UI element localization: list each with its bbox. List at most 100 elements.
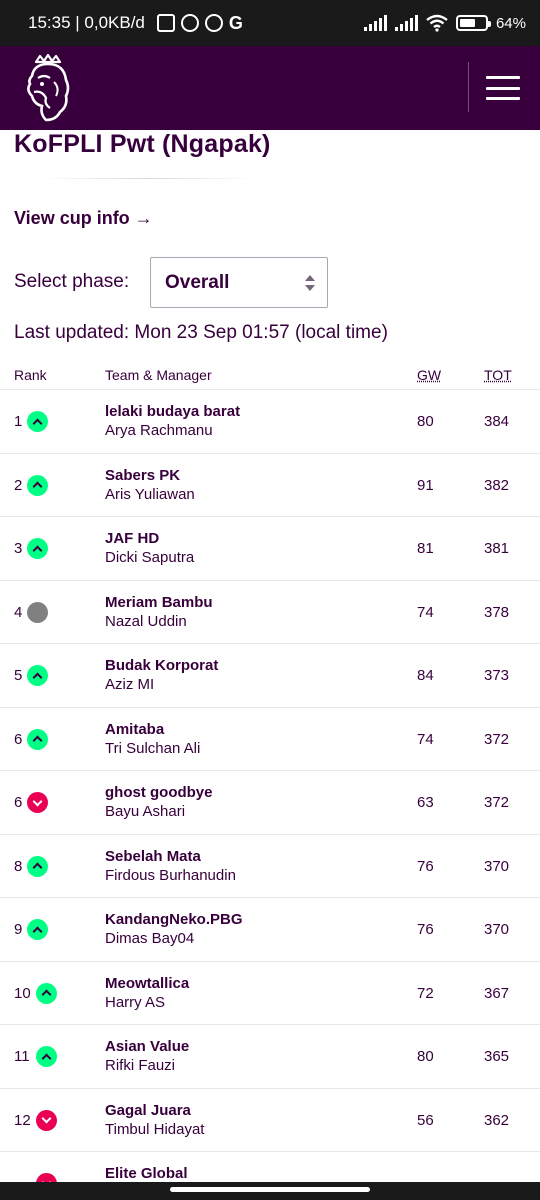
total-points: 381: [484, 540, 510, 557]
premier-league-lion-icon[interactable]: [20, 54, 76, 122]
table-row[interactable]: 2 Sabers PK Aris Yuliawan 91 382: [0, 454, 540, 517]
rank-number: 6: [14, 794, 23, 811]
team-name[interactable]: KandangNeko.PBG: [105, 911, 243, 928]
team-name[interactable]: Amitaba: [105, 721, 164, 738]
tot-header[interactable]: TOT: [484, 367, 512, 383]
signal-1-icon: [363, 15, 387, 31]
signal-2-icon: [394, 15, 418, 31]
rank-down-icon: [27, 792, 48, 813]
table-row[interactable]: 6 Amitaba Tri Sulchan Ali 74 372: [0, 708, 540, 771]
rank-up-icon: [27, 538, 48, 559]
notification-icons: G: [156, 13, 243, 33]
gw-points: 76: [417, 921, 434, 938]
rank-down-icon: [36, 1173, 57, 1182]
gw-points: 72: [417, 984, 434, 1002]
gw-points: 56: [417, 1111, 434, 1129]
rank-up-icon: [27, 411, 48, 432]
total-points: 382: [484, 476, 510, 494]
gw-points: 63: [417, 794, 434, 811]
team-name[interactable]: Gagal Juara: [105, 1102, 191, 1119]
gw-points: 80: [417, 1048, 434, 1065]
rank-number: 12: [14, 1111, 31, 1129]
table-row[interactable]: Elite Global: [0, 1152, 540, 1182]
team-name[interactable]: Sabers PK: [105, 467, 180, 484]
manager-name: Aziz MI: [105, 676, 155, 693]
team-name[interactable]: ghost goodbye: [105, 784, 213, 801]
table-row[interactable]: 5 Budak Korporat Aziz MI 84 373: [0, 644, 540, 708]
team-name[interactable]: JAF HD: [105, 530, 159, 547]
rank-up-icon: [27, 474, 48, 496]
table-row[interactable]: 10 Meowtallica Harry AS 72 367: [0, 962, 540, 1025]
rank-number: 9: [14, 921, 23, 938]
team-name[interactable]: lelaki budaya barat: [105, 403, 240, 420]
rank-number: 10: [14, 984, 31, 1002]
gw-points: 81: [417, 540, 434, 557]
total-points: 370: [484, 921, 510, 938]
whatsapp-icon: [180, 14, 199, 32]
manager-name: Bayu Ashari: [105, 803, 186, 820]
gw-points: 80: [417, 413, 434, 430]
status-left: 15:35 | 0,0KB/d G: [28, 13, 243, 33]
team-name[interactable]: Elite Global: [105, 1165, 188, 1182]
total-points: 362: [484, 1111, 510, 1129]
total-points: 370: [484, 857, 510, 875]
status-time: 15:35 | 0,0KB/d: [28, 13, 145, 32]
table-row[interactable]: 9 KandangNeko.PBG Dimas Bay04 76 370: [0, 898, 540, 962]
app-header: [0, 46, 540, 130]
battery-icon: [455, 15, 491, 31]
gw-points: 91: [417, 476, 434, 494]
mute-icon: [156, 14, 175, 32]
table-row[interactable]: 8 Sebelah Mata Firdous Burhanudin 76 370: [0, 835, 540, 898]
table-row[interactable]: 3 JAF HD Dicki Saputra 81 381: [0, 517, 540, 581]
rank-number: 1: [14, 413, 23, 430]
team-manager-header: Team & Manager: [105, 367, 212, 383]
table-row[interactable]: 1 lelaki budaya barat Arya Rachmanu 80 3…: [0, 390, 540, 454]
hamburger-menu-icon[interactable]: [486, 76, 520, 100]
rank-number: 2: [14, 476, 23, 494]
select-phase-label: Select phase:: [14, 271, 130, 292]
team-name[interactable]: Asian Value: [105, 1038, 189, 1055]
battery-fill: [459, 19, 476, 27]
total-points: 373: [484, 667, 510, 684]
team-name[interactable]: Meriam Bambu: [105, 594, 213, 611]
rank-number: 4: [14, 603, 23, 621]
rank-header: Rank: [14, 367, 47, 383]
rank-number: 11: [14, 1048, 30, 1065]
phase-select-value: Overall: [165, 271, 230, 293]
manager-name: Firdous Burhanudin: [105, 866, 236, 884]
select-arrows-icon: [305, 275, 315, 291]
rank-number: 8: [14, 857, 23, 875]
battery-percent: 64%: [495, 14, 526, 32]
rank-up-icon: [27, 665, 48, 686]
total-points: 372: [484, 730, 510, 748]
table-row[interactable]: 6 ghost goodbye Bayu Ashari 63 372: [0, 771, 540, 835]
manager-name: Nazal Uddin: [105, 612, 187, 630]
team-name[interactable]: Budak Korporat: [105, 657, 218, 674]
manager-name: Timbul Hidayat: [105, 1120, 205, 1138]
rank-up-icon: [27, 855, 48, 877]
table-row[interactable]: 4 Meriam Bambu Nazal Uddin 74 378: [0, 581, 540, 644]
rank-up-icon: [36, 1046, 57, 1067]
table-row[interactable]: 11 Asian Value Rifki Fauzi 80 365: [0, 1025, 540, 1089]
team-name[interactable]: Meowtallica: [105, 975, 189, 992]
manager-name: Arya Rachmanu: [105, 422, 213, 439]
wifi-icon: [426, 14, 448, 32]
phase-select[interactable]: Overall: [150, 257, 328, 308]
standings-rows: 1 lelaki budaya barat Arya Rachmanu 80 3…: [0, 390, 540, 1182]
header-divider: [468, 62, 469, 112]
whatsapp-business-icon: [204, 14, 223, 32]
rank-up-icon: [27, 919, 48, 940]
team-name[interactable]: Sebelah Mata: [105, 848, 201, 865]
rank-number: 6: [14, 730, 23, 748]
rank-same-icon: [27, 601, 48, 623]
manager-name: Dimas Bay04: [105, 930, 195, 947]
last-updated-text: Last updated: Mon 23 Sep 01:57 (local ti…: [14, 322, 388, 343]
manager-name: Rifki Fauzi: [105, 1057, 176, 1074]
status-right: 64%: [363, 14, 526, 32]
gw-header[interactable]: GW: [417, 367, 441, 383]
table-row[interactable]: 12 Gagal Juara Timbul Hidayat 56 362: [0, 1089, 540, 1152]
home-indicator[interactable]: [170, 1187, 370, 1192]
view-cup-info-link[interactable]: View cup info →: [14, 208, 153, 229]
rank-number: 5: [14, 667, 23, 684]
google-icon: G: [228, 13, 243, 33]
